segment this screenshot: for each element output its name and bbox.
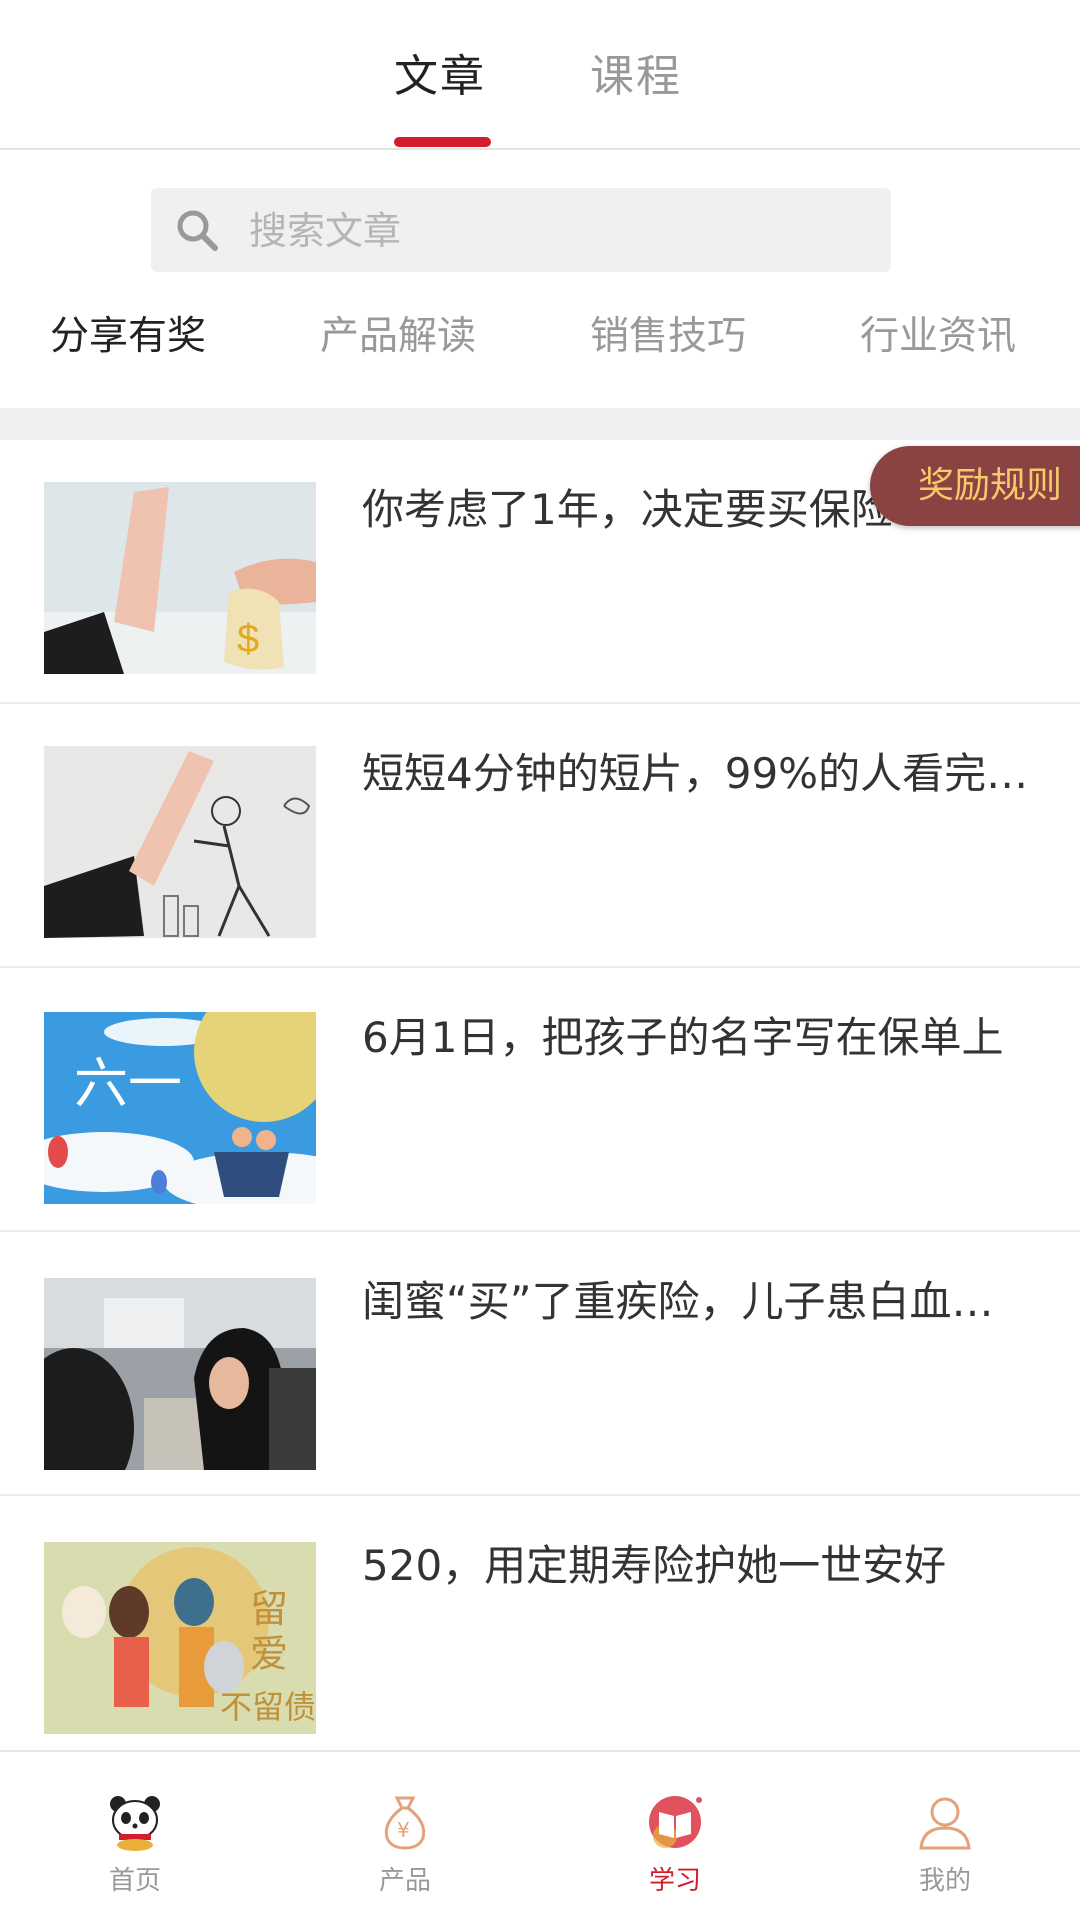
article-title: 闺蜜“买”了重疾险，儿子患白血病后 [362,1277,1032,1326]
article-thumbnail [44,1278,316,1470]
article-thumbnail: 六一 [44,1012,316,1204]
section-divider [0,408,1080,440]
nav-mine-label: 我的 [918,1866,971,1896]
nav-products[interactable]: ¥ 产品 [270,1752,540,1922]
category-share-reward[interactable]: 分享有奖 [50,305,206,361]
svg-text:¥: ¥ [397,1818,410,1842]
article-item[interactable]: 短短4分钟的短片，99%的人看完都哭了 [0,704,1080,968]
category-sales-skills[interactable]: 销售技巧 [590,305,746,361]
article-thumbnail [44,746,316,938]
svg-text:留: 留 [250,1587,288,1631]
article-thumbnail: $ [44,482,316,674]
nav-mine[interactable]: 我的 [810,1752,1080,1922]
svg-text:爱: 爱 [250,1632,288,1676]
book-icon [649,1796,702,1848]
nav-study-label: 学习 [648,1866,701,1896]
reward-rules-button[interactable]: 奖励规则 [870,446,1080,526]
search-box[interactable] [151,188,891,272]
tab-articles[interactable]: 文章 [394,40,486,104]
category-tabs: 分享有奖 产品解读 销售技巧 行业资讯 [0,305,1080,405]
article-item[interactable]: 闺蜜“买”了重疾险，儿子患白血病后 [0,1232,1080,1496]
svg-text:不留债: 不留债 [220,1688,316,1726]
article-title: 6月1日，把孩子的名字写在保单上 [362,1013,1004,1062]
article-thumbnail: 留 爱 不留债 [44,1542,316,1734]
panda-icon [110,1796,160,1851]
nav-home-label: 首页 [108,1866,161,1896]
tab-courses[interactable]: 课程 [590,40,682,104]
svg-text:$: $ [237,617,259,661]
nav-home[interactable]: 首页 [0,1752,270,1922]
top-tab-bar: 文章 课程 [0,0,1080,150]
svg-text:六一: 六一 [74,1052,182,1115]
category-industry-news[interactable]: 行业资讯 [860,305,1016,361]
search-input[interactable] [247,204,851,258]
active-tab-indicator [394,137,491,147]
article-title: 短短4分钟的短片，99%的人看完都哭了 [362,749,1032,798]
article-item[interactable]: 留 爱 不留债 520，用定期寿险护她一世安好 [0,1496,1080,1760]
bottom-nav: 首页 ¥ 产品 学习 我的 [0,1750,1080,1920]
nav-study[interactable]: 学习 [540,1752,810,1922]
nav-products-label: 产品 [378,1866,431,1896]
category-product-analysis[interactable]: 产品解读 [320,305,476,361]
search-icon [177,210,218,251]
money-bag-icon: ¥ [384,1796,426,1850]
article-title: 520，用定期寿险护她一世安好 [362,1541,947,1590]
article-item[interactable]: 六一 6月1日，把孩子的名字写在保单上 [0,968,1080,1232]
user-icon [919,1797,971,1850]
